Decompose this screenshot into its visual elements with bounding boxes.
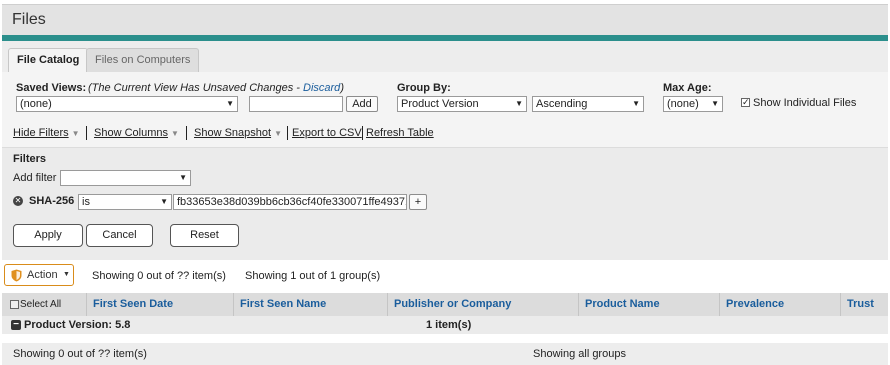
unsaved-notice-end: ) <box>340 82 344 94</box>
groups-count-status: Showing 1 out of 1 group(s) <box>245 270 381 282</box>
column-header-label: Publisher or Company <box>394 298 512 310</box>
show-snapshot-text: Show Snapshot <box>194 127 272 139</box>
chevron-down-icon: ▼ <box>160 197 168 206</box>
saved-views-label: Saved Views: <box>16 82 87 94</box>
caret-down-icon: ▼ <box>170 129 179 138</box>
hide-filters-link[interactable]: Hide Filters ▼ <box>13 127 80 139</box>
show-columns-link[interactable]: Show Columns ▼ <box>94 127 179 139</box>
select-all-checkbox[interactable] <box>10 300 19 309</box>
saved-views-selected: (none) <box>20 98 52 110</box>
table-header: Select All First Seen Date First Seen Na… <box>2 293 888 316</box>
column-first-seen-date[interactable]: First Seen Date <box>87 293 234 316</box>
tab-strip: File Catalog Files on Computers <box>2 41 888 72</box>
collapse-group-icon[interactable]: − <box>11 320 21 330</box>
unsaved-changes-notice: (The Current View Has Unsaved Changes - … <box>88 82 344 94</box>
action-label: Action <box>27 269 58 281</box>
toolbar-separator <box>287 126 288 140</box>
reset-button[interactable]: Reset <box>170 224 239 247</box>
shield-icon <box>11 269 22 282</box>
column-header-label: Prevalence <box>726 298 785 310</box>
footer-items-status: Showing 0 out of ?? item(s) <box>13 348 147 360</box>
remove-filter-icon[interactable]: ✕ <box>13 196 23 206</box>
filters-title: Filters <box>13 153 47 165</box>
tab-files-on-computers[interactable]: Files on Computers <box>86 48 200 72</box>
chevron-down-icon: ▼ <box>632 99 640 108</box>
toolbar-separator <box>362 126 363 140</box>
select-all-column: Select All <box>2 293 87 316</box>
column-trust[interactable]: Trust <box>841 293 888 316</box>
refresh-table-link[interactable]: Refresh Table <box>366 127 434 139</box>
group-item-count: 1 item(s) <box>426 319 472 331</box>
discard-link[interactable]: Discard <box>303 82 340 94</box>
chevron-down-icon: ▼ <box>515 99 523 108</box>
hide-filters-text: Hide Filters <box>13 127 69 139</box>
show-columns-text: Show Columns <box>94 127 168 139</box>
caret-down-icon: ▼ <box>71 129 80 138</box>
saved-views-select[interactable]: (none) ▼ <box>16 96 238 112</box>
toolbar-separator <box>186 126 187 140</box>
max-age-label: Max Age: <box>663 82 712 94</box>
column-header-label: First Seen Date <box>93 298 174 310</box>
add-filter-select[interactable]: ▼ <box>60 170 191 186</box>
table-group-row[interactable]: − Product Version: 5.8 1 item(s) <box>2 316 888 334</box>
column-header-label: Trust <box>847 298 874 310</box>
add-filter-value-button[interactable]: + <box>409 194 427 210</box>
max-age-value: (none) <box>667 98 699 110</box>
export-csv-link[interactable]: Export to CSV <box>292 127 362 139</box>
group-by-order-select[interactable]: Ascending ▼ <box>532 96 644 112</box>
page-title: Files <box>12 11 46 28</box>
chevron-down-icon: ▼ <box>711 99 719 108</box>
filter-field-label: SHA-256 <box>29 195 75 207</box>
action-dropdown-button[interactable]: Action ▼ <box>4 264 74 286</box>
column-publisher-or-company[interactable]: Publisher or Company <box>388 293 579 316</box>
max-age-select[interactable]: (none) ▼ <box>663 96 723 112</box>
group-label: Product Version: 5.8 <box>24 319 131 331</box>
page-header: Files <box>2 4 888 35</box>
footer-groups-status: Showing all groups <box>533 348 626 360</box>
chevron-down-icon: ▼ <box>63 271 70 278</box>
filter-operator-select[interactable]: is ▼ <box>78 194 172 210</box>
unsaved-notice-text: (The Current View Has Unsaved Changes - <box>88 82 304 94</box>
filter-operator-value: is <box>82 196 90 208</box>
table-footer: Showing 0 out of ?? item(s) Showing all … <box>2 343 888 365</box>
column-header-label: Product Name <box>585 298 660 310</box>
chevron-down-icon: ▼ <box>179 173 187 182</box>
show-individual-files-checkbox[interactable]: ✓ <box>741 98 750 107</box>
items-count-status: Showing 0 out of ?? item(s) <box>92 270 226 282</box>
column-first-seen-name[interactable]: First Seen Name <box>234 293 388 316</box>
filter-value-input[interactable]: fb33653e38d039bb6cb36cf40fe330071ffe4937… <box>173 194 407 210</box>
toolbar-separator <box>86 126 87 140</box>
apply-button[interactable]: Apply <box>13 224 83 247</box>
column-header-label: First Seen Name <box>240 298 327 310</box>
group-by-order-value: Ascending <box>536 98 588 110</box>
add-filter-label: Add filter <box>13 172 57 184</box>
group-by-field-select[interactable]: Product Version ▼ <box>397 96 527 112</box>
cancel-button[interactable]: Cancel <box>86 224 153 247</box>
group-by-field-value: Product Version <box>401 98 479 110</box>
column-product-name[interactable]: Product Name <box>579 293 720 316</box>
show-individual-files-label: Show Individual Files <box>753 97 857 109</box>
group-by-label: Group By: <box>397 82 451 94</box>
chevron-down-icon: ▼ <box>226 99 234 108</box>
caret-down-icon: ▼ <box>274 129 282 138</box>
show-snapshot-link[interactable]: Show Snapshot ▼ <box>194 127 282 139</box>
tab-file-catalog[interactable]: File Catalog <box>8 48 89 72</box>
view-name-input[interactable] <box>249 96 343 112</box>
add-view-button[interactable]: Add <box>346 96 378 112</box>
column-prevalence[interactable]: Prevalence <box>720 293 841 316</box>
select-all-label: Select All <box>20 299 62 310</box>
